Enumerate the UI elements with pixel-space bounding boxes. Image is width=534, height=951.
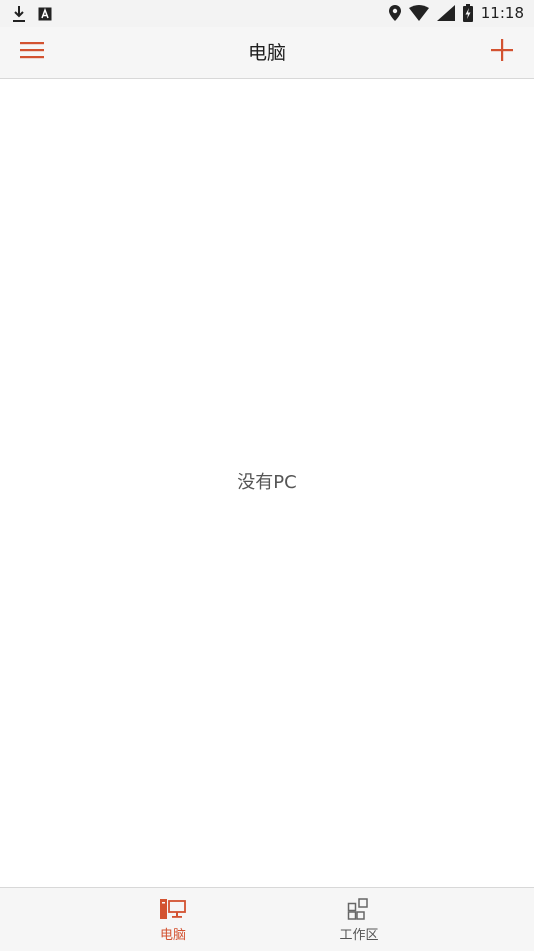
page-title: 电脑 [247, 42, 286, 64]
location-icon [388, 5, 401, 21]
status-right-icons: 11:18 [388, 4, 524, 22]
tab-pcs-label: 电脑 [159, 928, 186, 943]
wifi-icon [408, 5, 429, 21]
bottom-navigation: 电脑 工作区 [0, 887, 534, 951]
tab-workspaces-label: 工作区 [339, 928, 379, 943]
status-time: 11:18 [480, 4, 524, 22]
add-pc-button[interactable] [488, 38, 516, 66]
signal-icon [436, 5, 455, 21]
battery-charging-icon [462, 4, 473, 22]
plus-icon [491, 39, 513, 65]
tab-pcs[interactable]: 电脑 [128, 898, 218, 944]
app-bar: 电脑 [0, 27, 534, 79]
status-left-icons [12, 5, 52, 23]
empty-state-message: 没有PC [237, 472, 297, 493]
workspace-grid-icon [347, 898, 371, 924]
desktop-icon [159, 898, 187, 924]
a-icon [38, 7, 52, 21]
status-bar: 11:18 [0, 0, 534, 27]
tab-workspaces[interactable]: 工作区 [314, 898, 404, 944]
download-icon [12, 5, 26, 23]
